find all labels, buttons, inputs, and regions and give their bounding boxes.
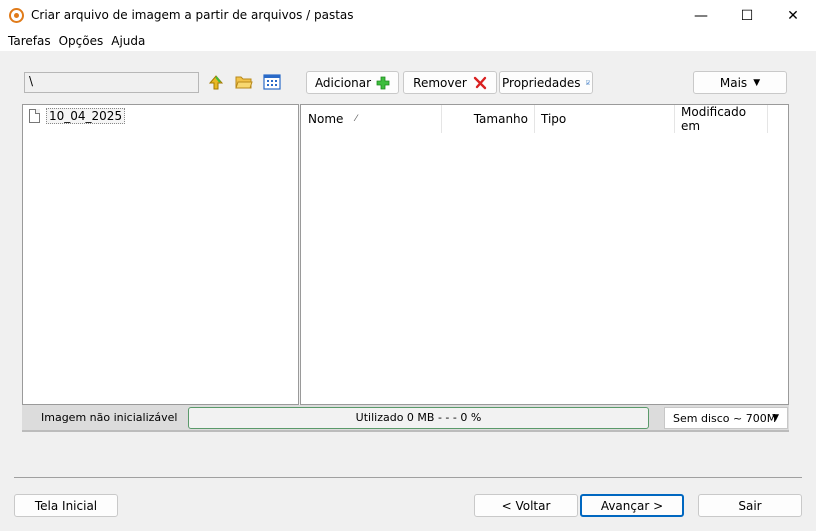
list-header: Nome ⁄ Tamanho Tipo Modificado em	[301, 105, 788, 133]
properties-icon	[585, 80, 590, 85]
column-modificado[interactable]: Modificado em	[675, 105, 768, 133]
view-grid-icon[interactable]	[262, 72, 282, 92]
status-bar: Imagem não inicializável Utilizado 0 MB …	[22, 405, 789, 432]
usage-progress-bar: Utilizado 0 MB - - - 0 %	[188, 407, 649, 429]
remove-button[interactable]: Remover	[403, 71, 497, 94]
maximize-button[interactable]: ☐	[724, 0, 770, 31]
home-button[interactable]: Tela Inicial	[14, 494, 118, 517]
window-title: Criar arquivo de imagem a partir de arqu…	[31, 8, 354, 22]
exit-button[interactable]: Sair	[698, 494, 802, 517]
column-nome-label: Nome	[308, 112, 344, 126]
boot-status-label: Imagem não inicializável	[41, 411, 178, 424]
file-icon	[29, 109, 40, 123]
column-tipo[interactable]: Tipo	[535, 105, 675, 133]
menu-opcoes[interactable]: Opções	[55, 34, 108, 48]
column-nome[interactable]: Nome ⁄	[301, 105, 442, 133]
column-tamanho[interactable]: Tamanho	[442, 105, 535, 133]
disk-size-select[interactable]: Sem disco ~ 700M ▼	[664, 407, 788, 429]
disk-size-value: Sem disco ~ 700M	[673, 412, 777, 425]
plus-icon	[376, 76, 390, 89]
caret-down-icon: ▼	[772, 413, 779, 423]
column-tipo-label: Tipo	[541, 112, 567, 126]
file-list[interactable]: Nome ⁄ Tamanho Tipo Modificado em	[300, 104, 789, 405]
menu-bar: Tarefas Opções Ajuda	[0, 31, 816, 51]
add-button[interactable]: Adicionar	[306, 71, 399, 94]
red-x-icon	[473, 76, 487, 89]
close-button[interactable]: ✕	[770, 0, 816, 31]
remove-button-label: Remover	[413, 75, 467, 90]
column-modificado-label: Modificado em	[681, 105, 747, 133]
back-button[interactable]: < Voltar	[474, 494, 578, 517]
add-button-label: Adicionar	[314, 75, 372, 90]
up-folder-icon[interactable]	[206, 72, 226, 92]
properties-button-label: Propriedades	[502, 75, 581, 90]
path-field[interactable]: \	[24, 72, 199, 93]
tree-item-label: 10_04_2025	[46, 108, 126, 124]
folder-tree[interactable]: 10_04_2025	[22, 104, 299, 405]
menu-ajuda[interactable]: Ajuda	[107, 34, 149, 48]
minimize-button[interactable]: —	[678, 0, 724, 31]
properties-button[interactable]: Propriedades	[499, 71, 593, 94]
more-button-label: Mais	[719, 75, 748, 90]
title-bar: Criar arquivo de imagem a partir de arqu…	[0, 0, 816, 31]
open-folder-icon[interactable]	[234, 72, 254, 92]
menu-tarefas[interactable]: Tarefas	[4, 34, 55, 48]
caret-down-icon: ▼	[753, 77, 761, 88]
column-tamanho-label: Tamanho	[473, 112, 528, 126]
next-button[interactable]: Avançar >	[580, 494, 684, 517]
footer-separator	[14, 477, 802, 478]
sort-indicator-icon: ⁄	[355, 114, 357, 124]
usage-text: Utilizado 0 MB - - - 0 %	[355, 411, 482, 424]
more-button[interactable]: Mais ▼	[693, 71, 787, 94]
tree-item[interactable]: 10_04_2025	[29, 108, 126, 124]
disc-icon	[9, 8, 24, 23]
